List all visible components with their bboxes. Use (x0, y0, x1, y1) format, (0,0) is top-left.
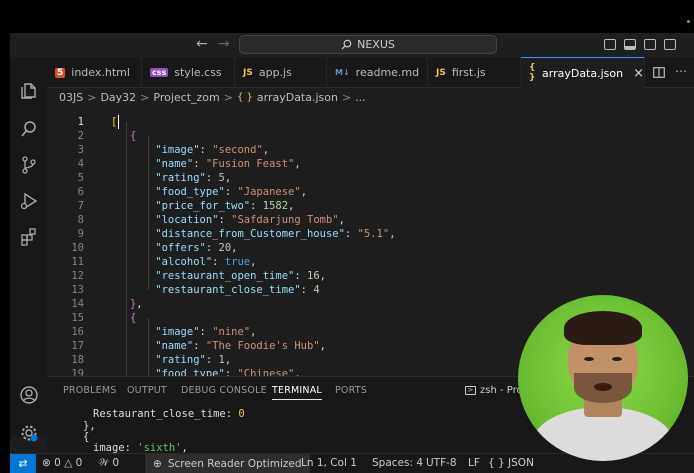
run-debug-icon[interactable] (19, 191, 39, 211)
error-icon: ⊗ (42, 457, 51, 469)
code-line: 9 "distance_from_Customer_house": "5.1", (77, 228, 396, 240)
breadcrumb: 03JS > Day32 > Project_zom > { } arrayDa… (59, 91, 366, 104)
webcam-person-hair (564, 311, 642, 345)
code-line: 1[ (77, 115, 119, 129)
webcam-overlay (518, 295, 688, 461)
terminal-icon: > (465, 386, 476, 395)
activity-bar (10, 57, 47, 442)
tab-first-js[interactable]: JS first.js (428, 57, 521, 88)
json-braces-icon: { } (488, 457, 505, 469)
code-line: 10 "offers": 20, (71, 242, 238, 254)
cursor-position-status[interactable]: Ln 1, Col 1 (301, 457, 357, 469)
terminal-line: image: 'sixth', (93, 442, 188, 453)
remote-indicator-icon[interactable]: ⇄ (10, 454, 36, 473)
screen-reader-status[interactable]: ⊕ Screen Reader Optimized (145, 454, 310, 473)
eol-status[interactable]: LF (468, 457, 480, 469)
tab-label: first.js (451, 66, 486, 79)
language-mode-status[interactable]: { } JSON (488, 457, 534, 469)
search-text: NEXUS (357, 38, 395, 51)
terminal-line: { (83, 431, 90, 443)
tab-readme-md[interactable]: M↓ readme.md (327, 57, 428, 88)
tab-debug-console[interactable]: DEBUG CONSOLE (181, 385, 267, 396)
forward-arrow-icon[interactable]: → (218, 36, 230, 52)
encoding-status[interactable]: UTF-8 (426, 457, 457, 469)
source-control-icon[interactable] (19, 155, 39, 175)
code-line: 12 "restaurant_open_time": 16, (71, 270, 326, 282)
editor-tab-bar: 5 index.html css style.css JS app.js M↓ read… (47, 57, 694, 88)
js-file-icon: JS (436, 67, 446, 78)
json-file-icon: { } (236, 92, 253, 103)
command-center-search[interactable]: NEXUS (239, 35, 497, 54)
toggle-panel-icon[interactable] (624, 39, 636, 50)
toggle-secondary-sidebar-icon[interactable] (644, 39, 656, 50)
breadcrumb-item[interactable]: ... (355, 91, 366, 104)
code-line: 11 "alcohol": true, (71, 256, 257, 268)
breadcrumb-item[interactable]: arrayData.json (257, 91, 338, 104)
tab-label: readme.md (355, 66, 420, 79)
webcam-person-eye (612, 357, 622, 361)
breadcrumb-item[interactable]: 03JS (59, 91, 83, 104)
extensions-icon[interactable] (19, 227, 39, 247)
settings-gear-icon[interactable] (19, 423, 39, 443)
html-file-icon: 5 (55, 67, 66, 78)
close-icon[interactable]: × (633, 66, 644, 81)
js-file-icon: JS (243, 67, 253, 78)
terminal-line: Restaurant_close_time: 0 (93, 408, 245, 420)
problems-status[interactable]: ⊗ 0 △ 0 (42, 457, 82, 469)
breadcrumb-item[interactable]: Day32 (100, 91, 136, 104)
tab-problems[interactable]: PROBLEMS (63, 385, 116, 396)
warning-icon: △ (64, 457, 73, 469)
tab-label: app.js (258, 66, 292, 79)
tab-terminal[interactable]: TERMINAL (272, 385, 322, 400)
markdown-file-icon: M↓ (335, 68, 350, 77)
json-file-icon: { } (529, 63, 536, 83)
back-arrow-icon[interactable]: ← (196, 36, 208, 52)
account-icon[interactable] (19, 385, 39, 405)
top-black-bar (10, 14, 694, 33)
search-icon[interactable] (19, 119, 39, 139)
tab-app-js[interactable]: JS app.js (235, 57, 327, 88)
indentation-status[interactable]: Spaces: 4 (372, 457, 423, 469)
css-file-icon: css (150, 68, 169, 77)
toggle-primary-sidebar-icon[interactable] (604, 39, 616, 50)
webcam-person-eye (584, 357, 594, 361)
code-line: 4 "name": "Fusion Feast", (77, 158, 301, 170)
ports-icon: 𝒲 (98, 457, 110, 469)
code-line: 6 "food_type": "Japanese", (77, 186, 308, 198)
tab-label: index.html (71, 66, 130, 79)
zoom-icon: ⊕ (153, 457, 162, 470)
tab-label: arrayData.json (542, 66, 624, 80)
tab-label: style.css (174, 66, 222, 79)
code-line: 2 { (77, 130, 137, 142)
customize-layout-icon[interactable] (664, 39, 676, 50)
search-icon (341, 39, 352, 50)
more-actions-icon[interactable]: ⋯ (675, 64, 687, 78)
breadcrumb-item[interactable]: Project_zom (153, 91, 219, 104)
indicator-dot (687, 20, 690, 23)
tab-output[interactable]: OUTPUT (127, 385, 167, 396)
text-cursor (118, 115, 119, 129)
ports-status[interactable]: 𝒲 0 (98, 457, 119, 470)
webcam-person-mouth (594, 383, 612, 391)
tab-index-html[interactable]: 5 index.html (47, 57, 142, 88)
code-line: 5 "rating": 5, (77, 172, 232, 184)
code-line: 7 "price_for_two": 1582, (77, 200, 295, 212)
code-line: 8 "location": "Safdarjung Tomb", (77, 214, 345, 226)
tab-style-css[interactable]: css style.css (142, 57, 235, 88)
tab-ports[interactable]: PORTS (335, 385, 367, 396)
explorer-icon[interactable] (19, 81, 39, 101)
tab-arraydata-json[interactable]: { } arrayData.json × (521, 57, 645, 88)
split-editor-icon[interactable] (653, 67, 665, 78)
title-bar: ← → NEXUS (10, 33, 694, 57)
code-line: 3 "image": "second", (77, 144, 270, 156)
